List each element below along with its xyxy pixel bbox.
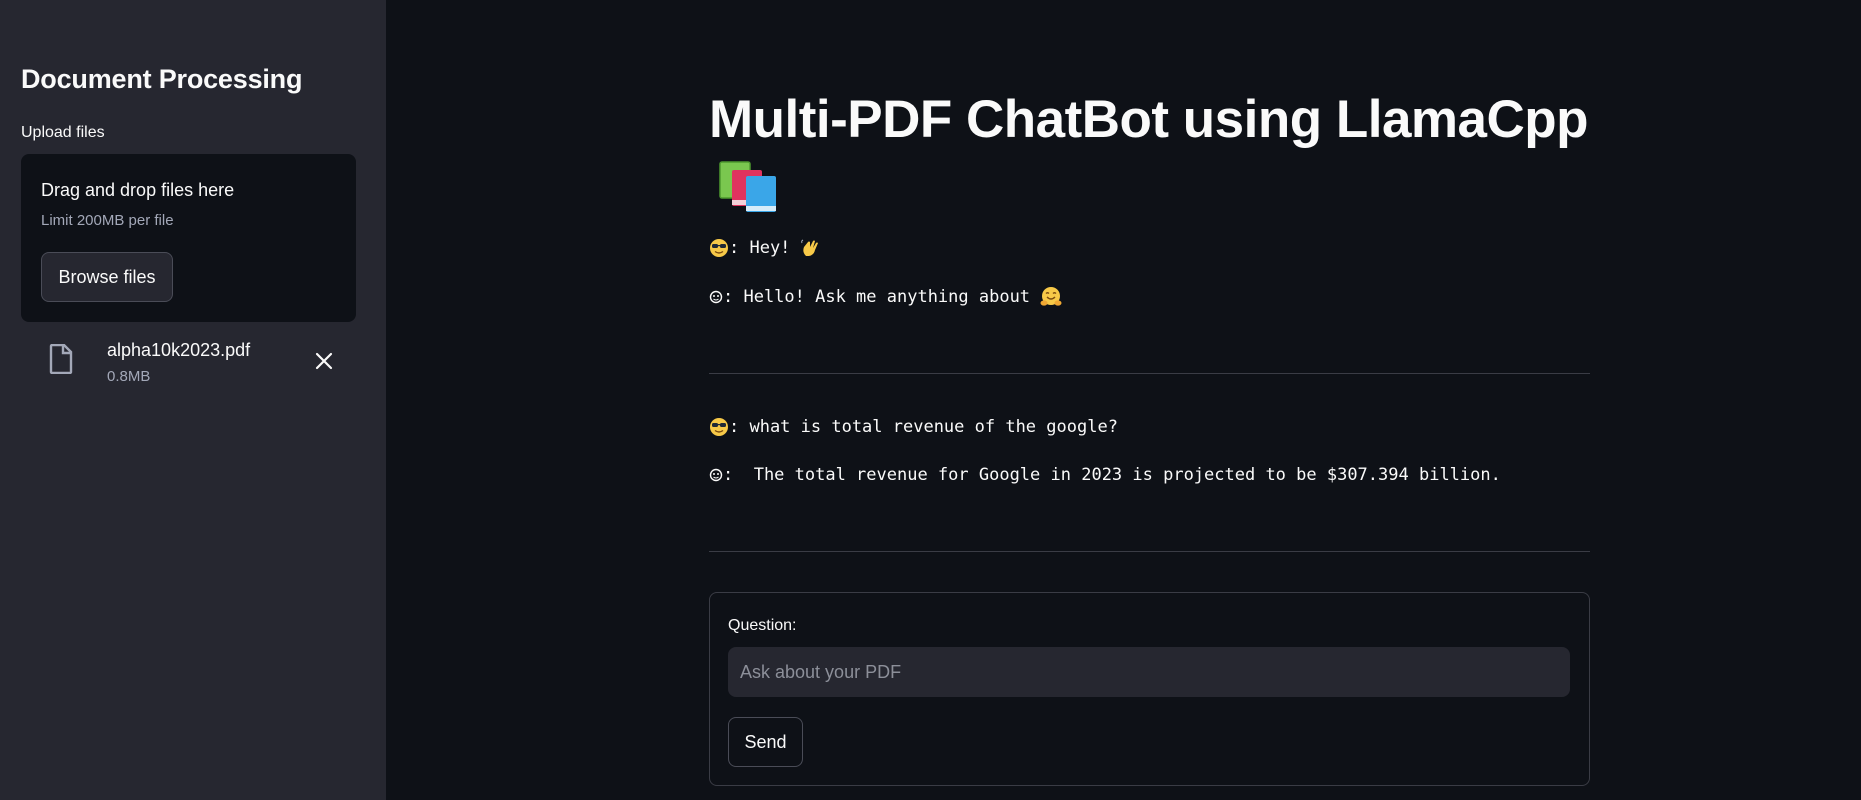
bot-message: : Hello! Ask me anything about — [709, 286, 1062, 308]
hugging-face-icon — [1040, 287, 1062, 306]
sunglasses-face-icon — [710, 239, 728, 257]
books-icon — [719, 161, 776, 212]
waving-hand-icon — [801, 239, 819, 256]
file-size: 0.8MB — [107, 368, 151, 385]
page-title: Multi-PDF ChatBot using LlamaCpp — [709, 90, 1589, 149]
file-dropzone[interactable]: Drag and drop files here Limit 200MB per… — [21, 154, 356, 322]
question-form: Question: Send — [709, 592, 1590, 786]
bot-message-text: : Hello! Ask me anything about — [723, 287, 1031, 307]
user-message-text: : what is total revenue of the google? — [729, 417, 1118, 437]
sidebar: Document Processing Upload files Drag an… — [0, 0, 386, 800]
uploaded-file-item: alpha10k2023.pdf 0.8MB — [21, 336, 356, 396]
browse-files-button[interactable]: Browse files — [41, 252, 173, 302]
question-input[interactable] — [728, 647, 1570, 697]
file-name: alpha10k2023.pdf — [107, 340, 251, 360]
bot-face-icon — [709, 290, 723, 304]
bot-message-text: : The total revenue for Google in 2023 i… — [723, 465, 1501, 485]
file-icon — [49, 344, 73, 374]
close-icon[interactable] — [313, 350, 335, 372]
bot-face-icon — [709, 468, 723, 482]
send-button[interactable]: Send — [728, 717, 803, 767]
divider — [709, 373, 1590, 374]
user-message-text: : Hey! — [729, 238, 791, 258]
divider — [709, 551, 1590, 552]
sidebar-title: Document Processing — [21, 64, 303, 94]
dropzone-title: Drag and drop files here — [41, 180, 235, 200]
question-label: Question: — [728, 617, 797, 634]
user-message: : Hey! — [709, 238, 822, 258]
bot-message: : The total revenue for Google in 2023 i… — [709, 465, 1501, 485]
dropzone-limit: Limit 200MB per file — [41, 212, 174, 229]
user-message: : what is total revenue of the google? — [709, 417, 1118, 437]
sunglasses-face-icon — [710, 418, 728, 436]
upload-label: Upload files — [21, 124, 105, 141]
